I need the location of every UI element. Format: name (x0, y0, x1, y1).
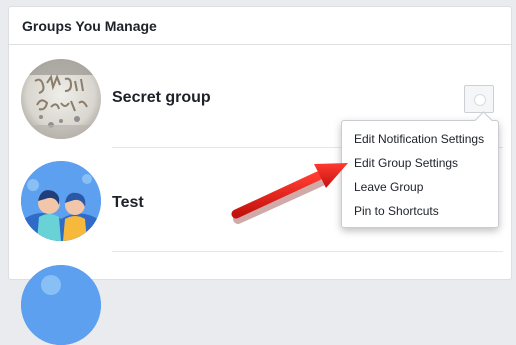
annotation-arrow-icon (231, 163, 348, 224)
group-avatar[interactable] (21, 265, 101, 345)
